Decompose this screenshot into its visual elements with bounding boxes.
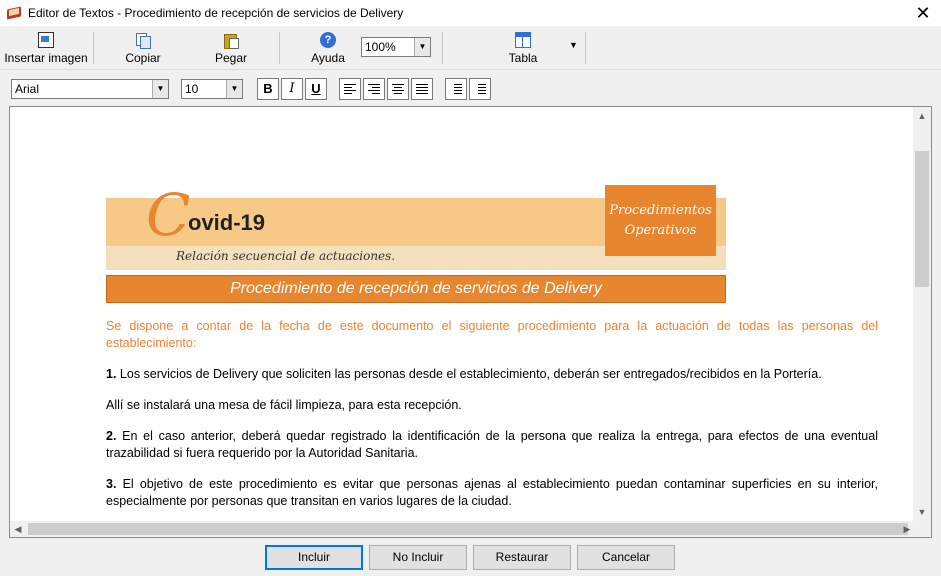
toolbar-separator [585, 32, 586, 64]
align-justify-button[interactable] [411, 78, 433, 100]
document-banner: C ovid-19 Relación secuencial de actuaci… [106, 181, 726, 303]
chevron-down-icon[interactable]: ▼ [414, 38, 430, 56]
paragraph-text: Los servicios de Delivery que soliciten … [116, 367, 822, 381]
not-include-button[interactable]: No Incluir [369, 545, 467, 570]
font-select[interactable]: Arial ▼ [11, 79, 169, 99]
horizontal-scrollbar[interactable]: ◀ ▶ [10, 521, 931, 537]
bullet-list-button[interactable] [469, 78, 491, 100]
zoom-select[interactable]: 100% ▼ [361, 37, 431, 57]
paragraph-number: 3. [106, 477, 117, 491]
logo-letter: C [146, 181, 191, 249]
editor-area[interactable]: C ovid-19 Relación secuencial de actuaci… [9, 106, 932, 538]
help-button[interactable]: ? Ayuda [304, 30, 352, 66]
copy-label: Copiar [125, 51, 161, 65]
horizontal-scroll-thumb[interactable] [28, 523, 908, 535]
align-left-icon [344, 84, 356, 94]
numbered-list-icon [450, 84, 462, 94]
scroll-up-icon[interactable]: ▲ [913, 108, 931, 124]
copy-button[interactable]: Copiar [118, 30, 168, 66]
toolbar-separator [442, 32, 443, 64]
dialog-buttons: Incluir No Incluir Restaurar Cancelar [0, 540, 941, 576]
restore-button[interactable]: Restaurar [473, 545, 571, 570]
paste-label: Pegar [214, 51, 248, 65]
paste-button[interactable]: Pegar [208, 30, 254, 66]
font-value: Arial [15, 82, 40, 96]
italic-button[interactable]: I [281, 78, 303, 100]
paragraph-2: 2. En el caso anterior, deberá quedar re… [106, 428, 878, 462]
toolbar-separator [279, 32, 280, 64]
help-label: Ayuda [311, 51, 345, 65]
banner-subtitle: Relación secuencial de actuaciones. [176, 249, 396, 263]
font-size-select[interactable]: 10 ▼ [181, 79, 243, 99]
paste-icon [223, 32, 239, 49]
table-label: Tabla [508, 51, 538, 65]
align-center-button[interactable] [387, 78, 409, 100]
bold-button[interactable]: B [257, 78, 279, 100]
chevron-down-icon[interactable]: ▼ [152, 80, 168, 98]
box-line-1: Procedimientos [609, 202, 712, 218]
align-right-icon [368, 84, 380, 94]
book-icon [6, 5, 22, 21]
logo-word: ovid-19 [188, 210, 266, 235]
numbered-list-button[interactable] [445, 78, 467, 100]
document-body: Se dispone a contar de la fecha de este … [106, 318, 878, 524]
paragraph-1: 1. Los servicios de Delivery que solicit… [106, 366, 878, 383]
copy-icon [135, 32, 151, 49]
cancel-button[interactable]: Cancelar [577, 545, 675, 570]
align-center-icon [392, 84, 404, 94]
procedures-box: Procedimientos Operativos [605, 185, 716, 256]
table-button[interactable]: Tabla [500, 30, 546, 66]
format-bar: Arial ▼ 10 ▼ B I U [0, 71, 941, 105]
insert-image-button[interactable]: Insertar imagen [4, 30, 88, 66]
scroll-left-icon[interactable]: ◀ [10, 521, 26, 537]
close-button[interactable]: ✕ [913, 3, 933, 23]
insert-image-label: Insertar imagen [4, 51, 88, 65]
align-left-button[interactable] [339, 78, 361, 100]
vertical-scrollbar[interactable]: ▲ ▼ [913, 107, 931, 521]
include-button[interactable]: Incluir [265, 545, 363, 570]
align-right-button[interactable] [363, 78, 385, 100]
image-icon [38, 32, 54, 48]
vertical-scroll-thumb[interactable] [915, 151, 929, 287]
intro-paragraph: Se dispone a contar de la fecha de este … [106, 319, 878, 350]
box-line-2: Operativos [624, 222, 697, 238]
paragraph-number: 1. [106, 367, 117, 381]
paragraph-text: En el caso anterior, deberá quedar regis… [106, 429, 878, 460]
bullet-list-icon [474, 84, 486, 94]
help-icon: ? [320, 32, 336, 48]
title-bar: Editor de Textos - Procedimiento de rece… [0, 0, 941, 26]
scroll-right-icon[interactable]: ▶ [899, 521, 915, 537]
table-icon [515, 32, 531, 48]
toolbar-separator [93, 32, 94, 64]
align-justify-icon [416, 84, 428, 94]
font-size-value: 10 [185, 82, 199, 96]
paragraph-1b: Allí se instalará una mesa de fácil limp… [106, 398, 462, 412]
paragraph-text: El objetivo de este procedimiento es evi… [106, 477, 878, 508]
toolbar: Insertar imagen Copiar Pegar ? Ayuda 100… [0, 26, 941, 70]
paragraph-number: 2. [106, 429, 117, 443]
chevron-down-icon[interactable]: ▼ [226, 80, 242, 98]
window-title: Editor de Textos - Procedimiento de rece… [28, 6, 404, 20]
underline-button[interactable]: U [305, 78, 327, 100]
table-dropdown-icon[interactable]: ▼ [569, 40, 578, 50]
paragraph-3: 3. El objetivo de este procedimiento es … [106, 476, 878, 510]
document-heading: Procedimiento de recepción de servicios … [106, 275, 726, 303]
zoom-value: 100% [365, 40, 396, 54]
scroll-down-icon[interactable]: ▼ [913, 504, 931, 520]
